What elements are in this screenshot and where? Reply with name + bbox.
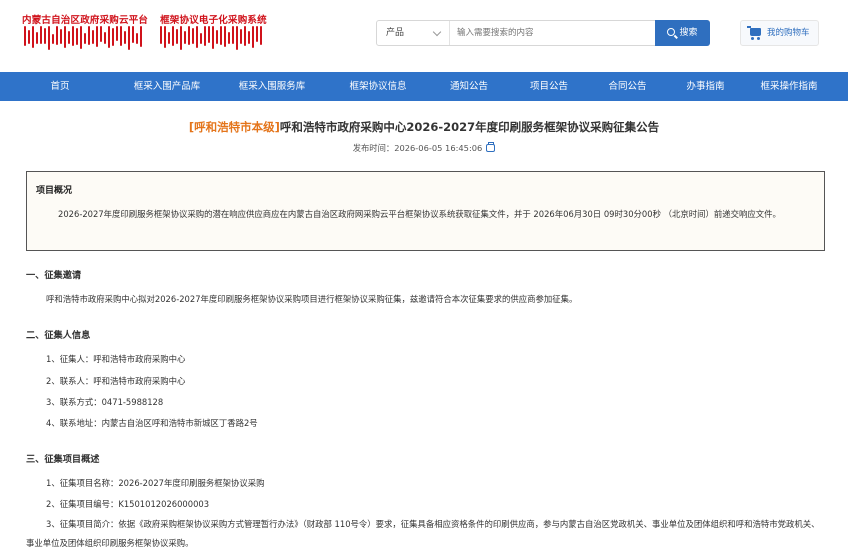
nav-item-contract-notices[interactable]: 合同公告	[588, 72, 667, 101]
region-tag: [呼和浩特市本级]	[188, 120, 280, 134]
project-name: 1、征集项目名称：2026-2027年度印刷服务框架协议采购	[46, 478, 265, 488]
mongolian-script-left	[24, 26, 142, 52]
search-category-value: 产品	[386, 28, 405, 38]
invitation-text: 呼和浩特市政府采购中心拟对2026-2027年度印刷服务框架协议采购项目进行框架…	[46, 294, 578, 304]
article-content: [呼和浩特市本级]呼和浩特市政府采购中心2026-2027年度印刷服务框架协议采…	[0, 101, 848, 557]
page-title: [呼和浩特市本级]呼和浩特市政府采购中心2026-2027年度印刷服务框架协议采…	[0, 119, 848, 135]
shopping-cart-icon	[747, 26, 761, 40]
nav-item-service-library[interactable]: 框采入围服务库	[216, 72, 328, 101]
project-number: 2、征集项目编号：K1501012026000003	[46, 499, 210, 509]
nav-item-agreement-info[interactable]: 框架协议信息	[328, 72, 428, 101]
publish-time-label: 发布时间：	[352, 143, 395, 153]
publish-time-value: 2026-06-05 16:45:06	[394, 143, 483, 153]
nav-item-guide[interactable]: 办事指南	[667, 72, 744, 101]
contact-phone: 3、联系方式：0471-5988128	[46, 397, 164, 407]
chevron-down-icon	[432, 27, 442, 37]
nav-item-home[interactable]: 首页	[2, 72, 118, 101]
cart-label: 我的购物车	[767, 28, 810, 38]
logo-text-platform: 内蒙古自治区政府采购云平台	[22, 15, 149, 26]
logo-text-system: 框架协议电子化采购系统	[160, 15, 267, 26]
contact-person: 2、联系人：呼和浩特市政府采购中心	[46, 376, 186, 386]
site-header: 内蒙古自治区政府采购云平台框架协议电子化采购系统 产品 搜索 我的购物车	[0, 0, 848, 72]
section-heading-project-overview: 三、征集项目概述	[26, 454, 100, 465]
main-nav: 首页 框采入围产品库 框采入围服务库 框架协议信息 通知公告 项目公告 合同公告…	[0, 72, 848, 101]
contact-address: 4、联系地址：内蒙古自治区呼和浩特市新城区丁香路2号	[46, 418, 258, 428]
section-heading-invitation: 一、征集邀请	[26, 270, 82, 281]
search-input[interactable]	[457, 21, 652, 45]
nav-item-product-library[interactable]: 框采入围产品库	[118, 72, 216, 101]
publish-time: 发布时间：2026-06-05 16:45:06	[0, 142, 848, 154]
article-title: 呼和浩特市政府采购中心2026-2027年度印刷服务框架协议采购征集公告	[279, 120, 660, 134]
search-category-select[interactable]: 产品	[377, 21, 450, 45]
search-button[interactable]: 搜索	[655, 20, 710, 46]
overview-body: 2026-2027年度印刷服务框架协议采购的潜在响应供应商应在内蒙古自治区政府网…	[58, 209, 781, 219]
site-logo[interactable]: 内蒙古自治区政府采购云平台 框架协议电子化采购系统	[22, 12, 267, 52]
nav-item-notices[interactable]: 通知公告	[428, 72, 510, 101]
collector-name: 1、征集人：呼和浩特市政府采购中心	[46, 354, 186, 364]
project-description: 3、征集项目简介：依据《政府采购框架协议采购方式管理暂行办法》（财政部 110号…	[26, 519, 820, 548]
my-cart-button[interactable]: 我的购物车	[740, 20, 819, 46]
nav-item-operation-guide[interactable]: 框采操作指南	[744, 72, 834, 101]
section-heading-collector-info: 二、征集人信息	[26, 330, 91, 341]
overview-heading: 项目概况	[36, 186, 73, 196]
search-icon	[667, 28, 676, 36]
search-button-label: 搜索	[679, 28, 698, 38]
print-icon[interactable]	[486, 142, 496, 152]
search-bar: 产品 搜索	[376, 20, 710, 46]
project-overview-box: 项目概况 2026-2027年度印刷服务框架协议采购的潜在响应供应商应在内蒙古自…	[26, 171, 825, 251]
mongolian-script-right	[160, 26, 262, 52]
nav-item-project-notices[interactable]: 项目公告	[510, 72, 588, 101]
